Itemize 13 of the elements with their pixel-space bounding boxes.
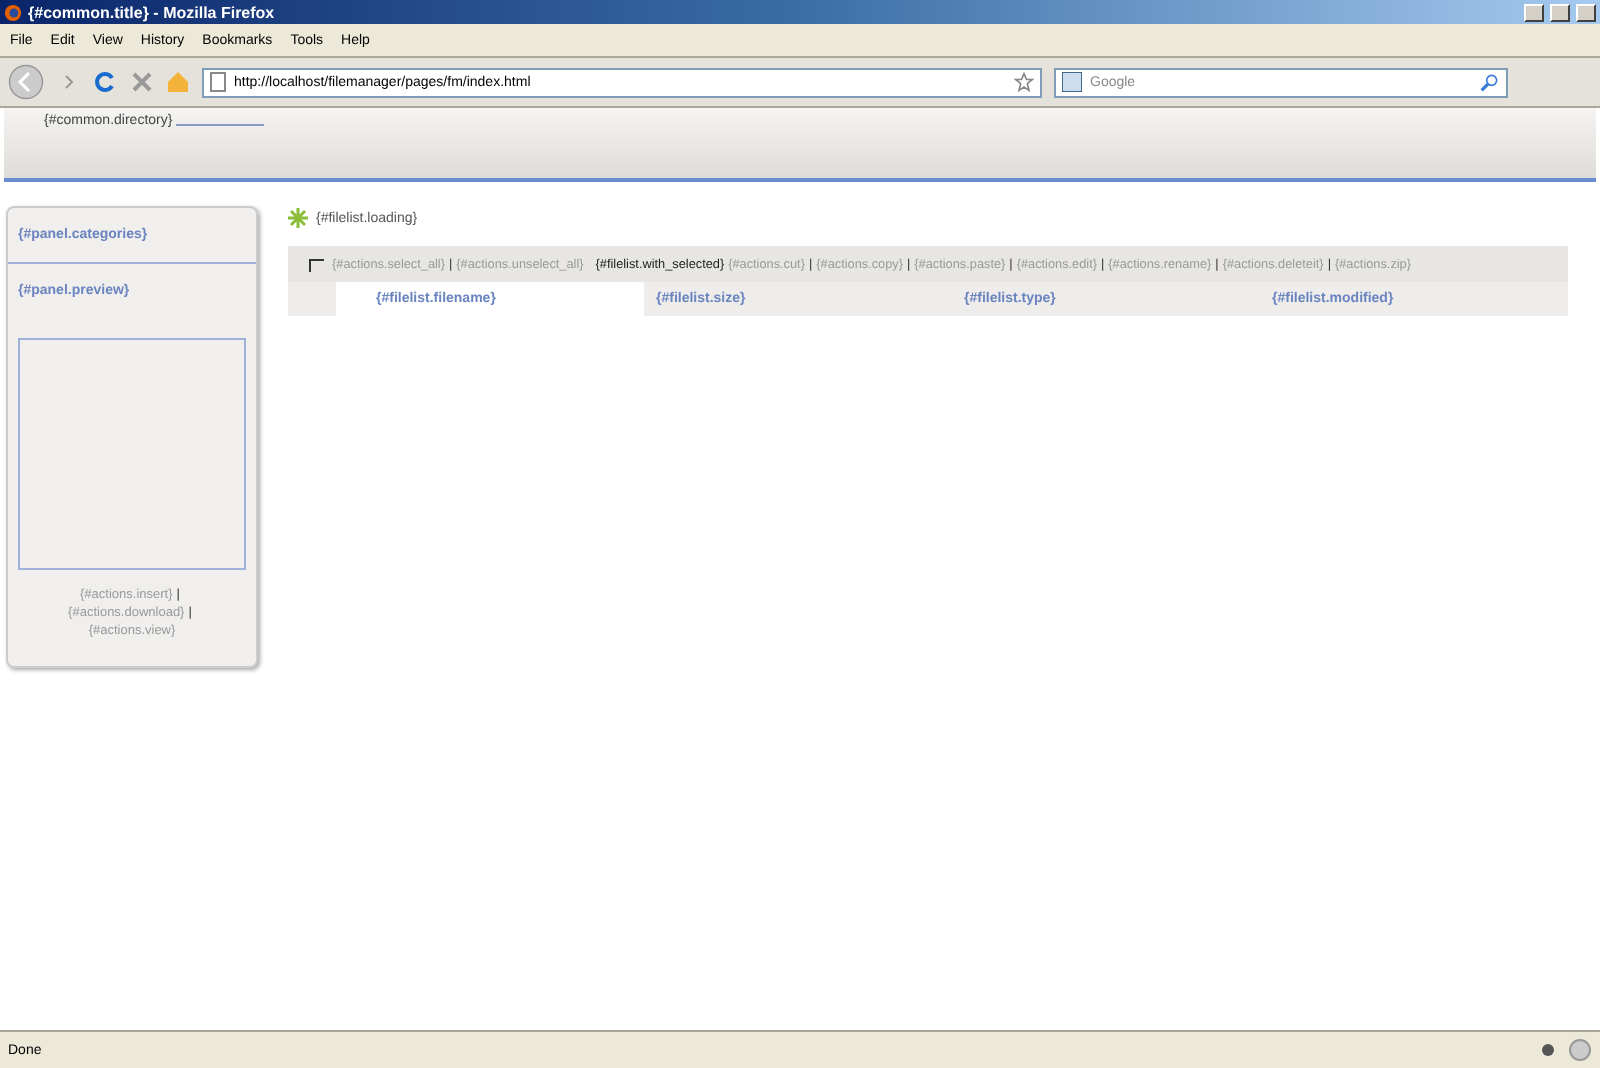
window-title: {#common.title} - Mozilla Firefox — [28, 3, 277, 21]
minimize-button[interactable] — [1524, 3, 1544, 21]
search-engine-icon — [1062, 72, 1082, 92]
close-button[interactable] — [1576, 3, 1596, 21]
reload-icon[interactable] — [94, 70, 118, 94]
loading-icon — [288, 208, 308, 228]
search-icon[interactable] — [1480, 72, 1500, 92]
back-icon[interactable] — [6, 64, 46, 100]
stop-icon[interactable] — [130, 70, 154, 94]
star-icon[interactable] — [1014, 72, 1034, 92]
page-icon — [210, 72, 226, 92]
globe-icon[interactable] — [1568, 1038, 1592, 1062]
restore-button[interactable] — [1550, 3, 1570, 21]
